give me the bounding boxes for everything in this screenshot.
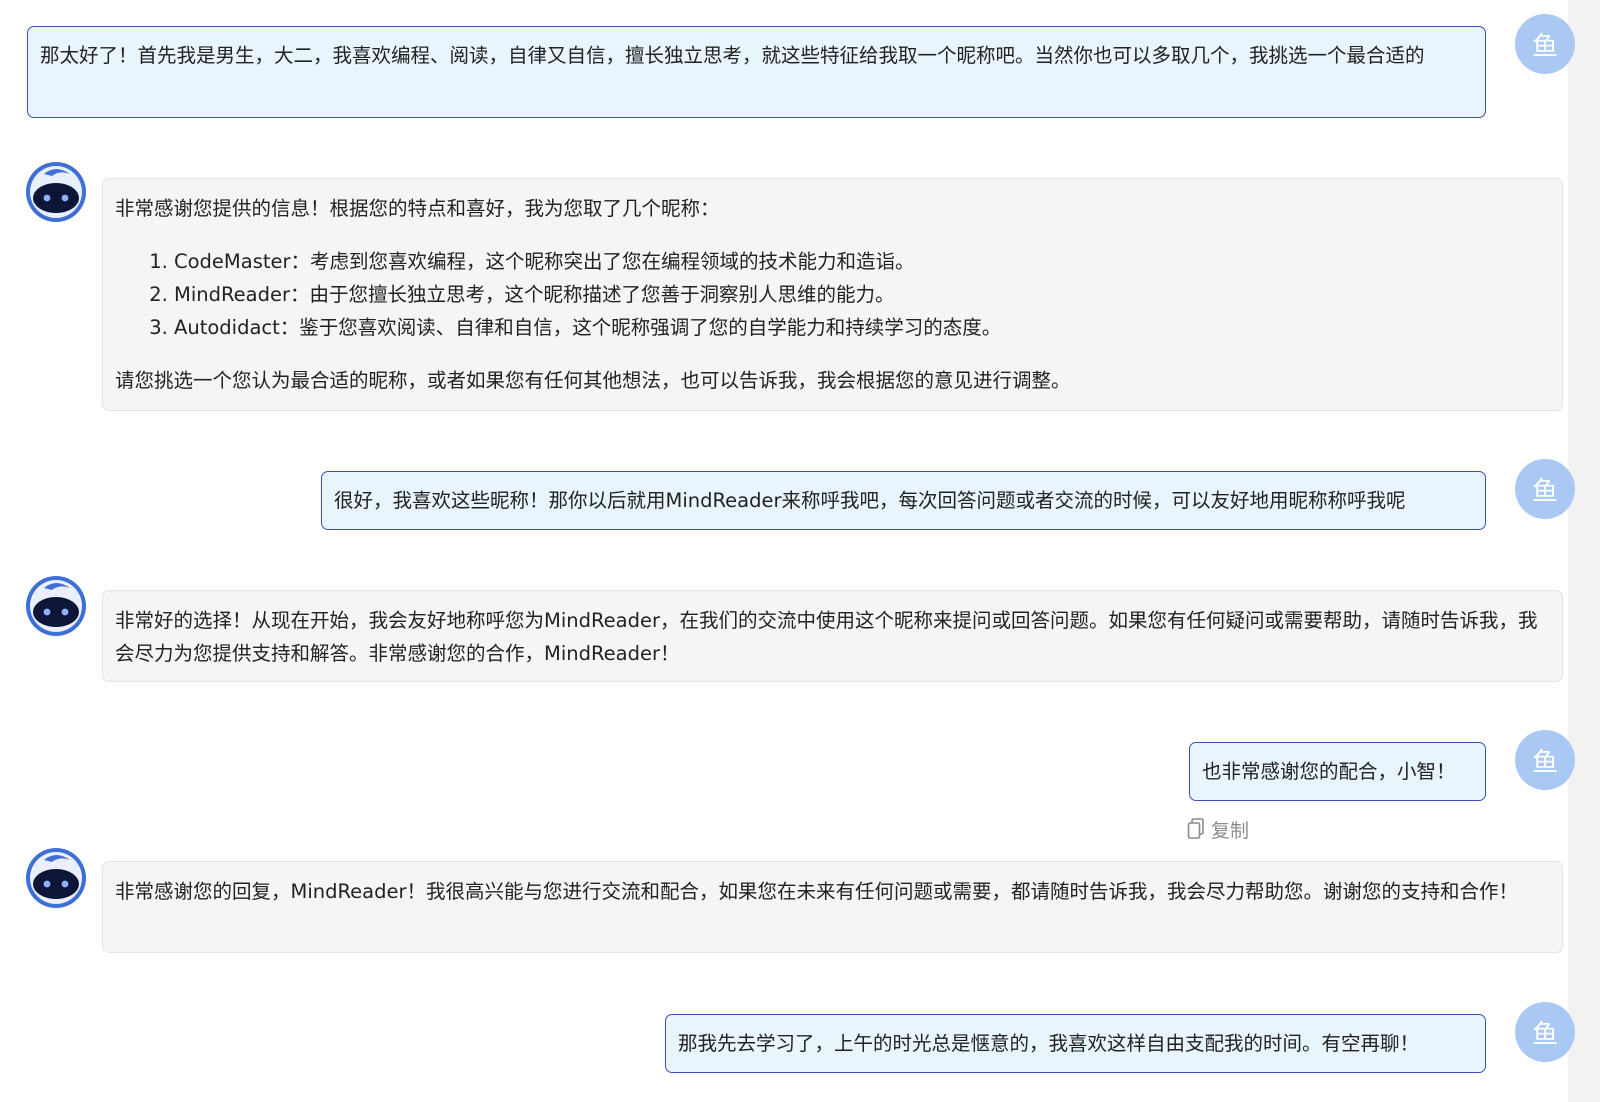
user-message: 也非常感谢您的配合，小智！: [1189, 742, 1486, 801]
copy-button[interactable]: 复制: [1187, 816, 1249, 842]
user-message: 很好，我喜欢这些昵称！那你以后就用MindReader来称呼我吧，每次回答问题或…: [321, 471, 1486, 530]
user-avatar: 鱼: [1515, 459, 1575, 519]
user-avatar: 鱼: [1515, 730, 1575, 790]
list-item: Autodidact：鉴于您喜欢阅读、自律和自信，这个昵称强调了您的自学能力和持…: [174, 311, 1550, 344]
copy-icon: [1187, 818, 1204, 839]
scrollbar-track[interactable]: [1568, 0, 1600, 1102]
user-message: 那太好了！首先我是男生，大二，我喜欢编程、阅读，自律又自信，擅长独立思考，就这些…: [27, 26, 1486, 118]
assistant-message-outro: 请您挑选一个您认为最合适的昵称，或者如果您有任何其他想法，也可以告诉我，我会根据…: [115, 369, 1071, 392]
assistant-message: 非常感谢您提供的信息！根据您的特点和喜好，我为您取了几个昵称： CodeMast…: [102, 178, 1563, 411]
user-message: 那我先去学习了，上午的时光总是惬意的，我喜欢这样自由支配我的时间。有空再聊！: [665, 1014, 1486, 1073]
assistant-message: 非常好的选择！从现在开始，我会友好地称呼您为MindReader，在我们的交流中…: [102, 590, 1563, 682]
robot-face-icon: [26, 576, 86, 636]
list-item: MindReader：由于您擅长独立思考，这个昵称描述了您善于洞察别人思维的能力…: [174, 278, 1550, 311]
user-avatar: 鱼: [1515, 1002, 1575, 1062]
list-item: CodeMaster：考虑到您喜欢编程，这个昵称突出了您在编程领域的技术能力和造…: [174, 245, 1550, 278]
assistant-message-intro: 非常感谢您提供的信息！根据您的特点和喜好，我为您取了几个昵称：: [115, 197, 720, 220]
robot-face-icon: [26, 162, 86, 222]
nickname-list: CodeMaster：考虑到您喜欢编程，这个昵称突出了您在编程领域的技术能力和造…: [115, 245, 1550, 344]
copy-label: 复制: [1211, 819, 1250, 842]
user-avatar: 鱼: [1515, 14, 1575, 74]
assistant-message: 非常感谢您的回复，MindReader！我很高兴能与您进行交流和配合，如果您在未…: [102, 861, 1563, 953]
robot-face-icon: [26, 848, 86, 908]
